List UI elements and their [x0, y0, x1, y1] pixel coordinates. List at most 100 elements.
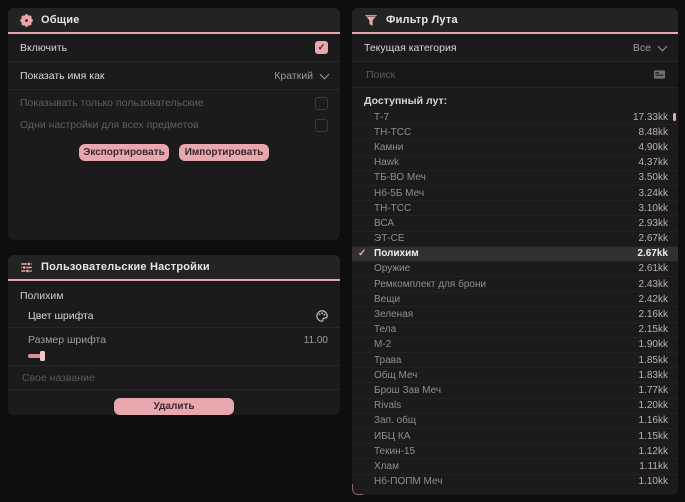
enable-row: Включить ✓: [8, 34, 340, 62]
same-settings-label: Одни настройки для всех предметов: [20, 119, 199, 131]
loot-item-name: Текин-15: [374, 445, 416, 457]
loot-item-value: 1.20kk: [638, 400, 668, 412]
general-panel-header: Общие: [8, 8, 340, 34]
panel-title: Пользовательские Настройки: [41, 261, 210, 273]
loot-list: ✓ Т-7 17.33kk ✓ ТН-ТСС 8.48kk ✓ Камни 4.…: [352, 110, 678, 490]
custom-settings-header: Пользовательские Настройки: [8, 255, 340, 281]
palette-icon[interactable]: [316, 309, 328, 322]
loot-item-value: 1.85kk: [638, 354, 668, 366]
loot-list-item[interactable]: ✓ Текин-15 1.12kk: [352, 444, 678, 460]
panel-title: Фильтр Лута: [386, 14, 458, 26]
font-size-slider[interactable]: [28, 351, 308, 361]
loot-list-item[interactable]: ✓ Полихим 2.67kk: [352, 246, 678, 262]
loot-list-item[interactable]: ✓ Зап. общ 1.16kk: [352, 414, 678, 429]
loot-item-value: 1.10kk: [638, 476, 668, 488]
loot-item-value: 17.33kk: [632, 111, 668, 123]
category-row: Текущая категория Все: [352, 34, 678, 62]
enable-checkbox[interactable]: ✓: [315, 41, 328, 54]
font-color-label: Цвет шрифта: [28, 309, 94, 322]
loot-item-value: 2.16kk: [638, 309, 668, 321]
loot-item-value: 4.90kk: [638, 141, 668, 153]
loot-list-item[interactable]: ✓ Нб-ПОПМ Меч 1.10kk: [352, 475, 678, 490]
loot-list-item[interactable]: ✓ Ремкомплект для брони 2.43kk: [352, 277, 678, 293]
name-mode-value: Краткий: [274, 69, 313, 82]
only-custom-checkbox[interactable]: [315, 96, 328, 110]
loot-item-name: Брош Зав Меч: [374, 384, 442, 396]
only-custom-label: Показывать только пользовательские: [20, 97, 204, 109]
check-icon: ✓: [358, 247, 367, 259]
loot-list-item[interactable]: ✓ Трава 1.85kk: [352, 353, 678, 369]
loot-item-value: 1.11kk: [639, 460, 668, 472]
chevron-down-icon: [657, 41, 668, 51]
category-label: Текущая категория: [364, 41, 457, 54]
font-size-row: Размер шрифта 11.00: [8, 331, 340, 349]
loot-item-value: 2.67kk: [638, 233, 668, 245]
export-import-row: Экспортировать Импортировать: [8, 144, 340, 161]
loot-list-item[interactable]: ✓ ТН-ТСС 8.48kk: [352, 125, 678, 141]
loot-list-item[interactable]: ✓ ИБЦ КА 1.15kk: [352, 429, 678, 445]
selected-item-name: Полихим: [20, 290, 64, 302]
custom-settings-panel: Пользовательские Настройки Полихим Цвет …: [8, 255, 340, 415]
card-view-icon[interactable]: [653, 69, 666, 80]
loot-list-item[interactable]: ✓ Зеленая 2.16kk: [352, 307, 678, 323]
same-settings-checkbox[interactable]: [315, 118, 328, 132]
loot-item-name: М-2: [374, 339, 392, 351]
loot-item-name: Hawk: [374, 157, 400, 169]
scrollbar-thumb[interactable]: [673, 113, 676, 121]
loot-item-name: Трава: [374, 354, 402, 366]
loot-item-name: Rivals: [374, 400, 402, 412]
loot-list-item[interactable]: ✓ Общ Меч 1.83kk: [352, 368, 678, 384]
only-custom-row: Показывать только пользовательские: [8, 92, 340, 114]
loot-item-name: Полихим: [374, 248, 419, 260]
loot-list-item[interactable]: ✓ М-2 1.90kk: [352, 338, 678, 353]
loot-list-item[interactable]: ✓ Вещи 2.42kk: [352, 292, 678, 308]
loot-item-name: ТБ-ВО Меч: [374, 172, 426, 184]
loot-item-name: Тела: [374, 324, 397, 336]
loot-list-item[interactable]: ✓ Камни 4.90kk: [352, 140, 678, 156]
loot-item-name: Зеленая: [374, 309, 414, 321]
import-button[interactable]: Импортировать: [179, 144, 269, 161]
panel-title: Общие: [41, 14, 80, 26]
loot-list-item[interactable]: ✓ Хлам 1.11kk: [352, 459, 678, 475]
loot-item-name: Оружие: [374, 263, 411, 275]
font-color-row: Цвет шрифта: [8, 304, 340, 328]
loot-item-name: Нб-5Б Меч: [374, 187, 425, 199]
loot-item-value: 1.90kk: [638, 339, 668, 351]
general-panel: Общие Включить ✓ Показать имя как Кратки…: [8, 8, 340, 240]
loot-list-item[interactable]: ✓ Брош Зав Меч 1.77kk: [352, 383, 678, 399]
loot-item-value: 2.15kk: [638, 324, 668, 336]
loot-item-name: Т-7: [374, 111, 389, 123]
loot-item-value: 2.42kk: [638, 293, 668, 305]
chevron-down-icon: [319, 69, 330, 79]
enable-label: Включить: [20, 41, 68, 54]
loot-list-item[interactable]: ✓ Rivals 1.20kk: [352, 399, 678, 414]
loot-item-value: 3.10kk: [638, 202, 668, 214]
slider-handle[interactable]: [40, 351, 45, 361]
available-loot-label: Доступный лут:: [364, 95, 448, 107]
loot-item-name: ТН-ТСС: [374, 126, 412, 138]
loot-item-value: 2.67kk: [637, 248, 668, 260]
custom-name-input[interactable]: [20, 370, 328, 385]
delete-button[interactable]: Удалить: [114, 398, 234, 415]
loot-list-item[interactable]: ✓ ТН-ТСС 3.10kk: [352, 201, 678, 217]
category-dropdown[interactable]: Все: [633, 41, 668, 54]
loot-list-item[interactable]: ✓ Нб-5Б Меч 3.24kk: [352, 186, 678, 202]
loot-filter-panel: Фильтр Лута Текущая категория Все Доступ…: [352, 8, 678, 495]
loot-list-item[interactable]: ✓ Оружие 2.61kk: [352, 262, 678, 278]
search-input[interactable]: [364, 67, 653, 82]
app-window: Общие Включить ✓ Показать имя как Кратки…: [0, 0, 685, 502]
export-button[interactable]: Экспортировать: [79, 144, 169, 161]
sliders-icon: [20, 261, 33, 274]
name-mode-dropdown[interactable]: Краткий: [274, 69, 330, 82]
loot-list-item[interactable]: ✓ ЭТ-СЕ 2.67kk: [352, 232, 678, 247]
same-settings-row: Одни настройки для всех предметов: [8, 114, 340, 136]
loot-list-item[interactable]: ✓ Hawk 4.37kk: [352, 156, 678, 171]
loot-list-item[interactable]: ✓ ТБ-ВО Меч 3.50kk: [352, 171, 678, 186]
loot-list-item[interactable]: ✓ ВСА 2.93kk: [352, 216, 678, 232]
loot-item-value: 1.16kk: [638, 415, 668, 427]
loot-item-name: ИБЦ КА: [374, 430, 411, 442]
loot-item-name: Ремкомплект для брони: [374, 278, 487, 290]
loot-list-item[interactable]: ✓ Т-7 17.33kk: [352, 110, 678, 126]
loot-list-item[interactable]: ✓ Тела 2.15kk: [352, 323, 678, 338]
loot-item-value: 3.50kk: [638, 172, 668, 184]
